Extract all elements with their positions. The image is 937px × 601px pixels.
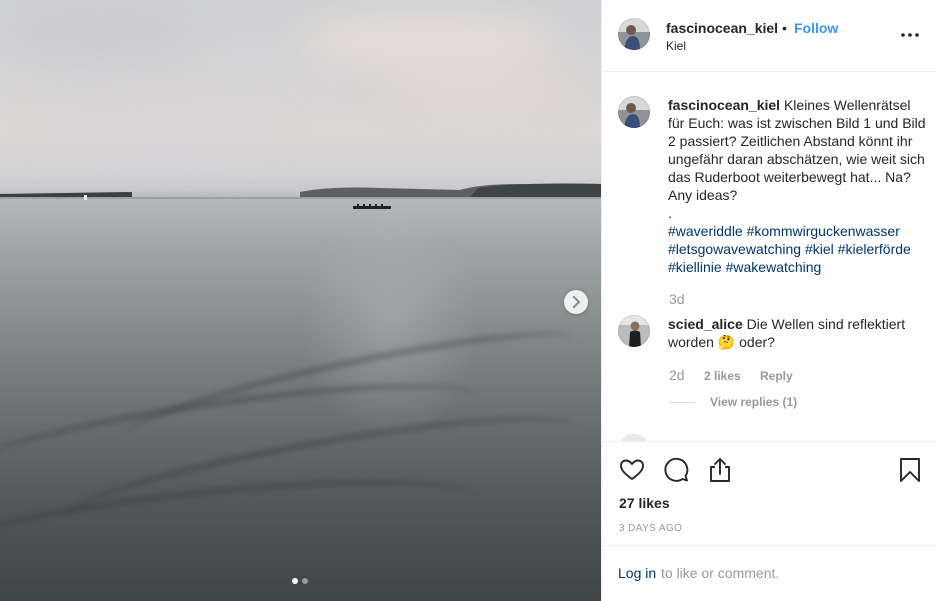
avatar[interactable] — [618, 315, 650, 347]
hashtag-link[interactable]: #kiellinie — [668, 259, 722, 275]
hashtag-link[interactable]: #kommwirguckenwasser — [747, 223, 900, 239]
photo-cloud — [40, 100, 280, 160]
login-link[interactable]: Log in — [618, 565, 656, 581]
comment-username[interactable]: scied_alice — [668, 316, 743, 332]
post-header: fascinocean_kiel • Follow Kiel — [602, 0, 937, 72]
comment-reply-button[interactable]: Reply — [760, 369, 793, 383]
post-photo[interactable] — [0, 0, 601, 601]
hashtag-link[interactable]: #kiel — [805, 241, 834, 257]
login-bar: Log in to like or comment. — [602, 545, 937, 601]
follow-button[interactable]: Follow — [794, 20, 838, 36]
login-prompt-text: to like or comment. — [661, 565, 780, 581]
heart-icon[interactable] — [618, 456, 646, 484]
caption-dot: . — [668, 205, 672, 221]
avatar[interactable] — [618, 96, 650, 128]
post-date[interactable]: 3 DAYS AGO — [619, 523, 682, 534]
more-options-icon[interactable] — [900, 28, 920, 42]
photo-cloud — [300, 10, 560, 70]
avatar[interactable] — [618, 434, 650, 441]
post-caption: fascinocean_kiel Kleines Wellenrätsel fü… — [668, 96, 926, 276]
next-photo-button[interactable] — [564, 290, 588, 314]
comments-section[interactable]: fascinocean_kiel Kleines Wellenrätsel fü… — [602, 72, 937, 441]
view-replies-line — [669, 402, 694, 403]
post-author-username[interactable]: fascinocean_kiel — [666, 20, 778, 36]
view-replies-button[interactable]: View replies (1) — [710, 395, 797, 409]
caption-age[interactable]: 3d — [669, 291, 685, 307]
likes-count[interactable]: 27 likes — [619, 495, 670, 511]
comment-text-after: oder? — [739, 334, 775, 350]
comment-likes[interactable]: 2 likes — [704, 369, 741, 383]
carousel-indicator — [292, 578, 308, 584]
comment: scied_alice Die Wellen sind reflektiert … — [668, 315, 926, 351]
avatar[interactable] — [618, 18, 650, 50]
separator-dot: • — [782, 20, 787, 36]
carousel-dot — [302, 578, 308, 584]
comment-icon[interactable] — [662, 456, 690, 484]
hashtag-link[interactable]: #letsgowavewatching — [668, 241, 801, 257]
hashtag-link[interactable]: #wakewatching — [726, 259, 822, 275]
bookmark-icon[interactable] — [896, 456, 924, 484]
photo-cloud — [380, 60, 580, 110]
hashtag-link[interactable]: #kielerförde — [838, 241, 911, 257]
post-location[interactable]: Kiel — [666, 39, 686, 53]
photo-cloud — [0, 0, 200, 70]
post-panel: fascinocean_kiel • Follow Kiel fascinoce… — [601, 0, 937, 601]
carousel-dot — [292, 578, 298, 584]
thinking-face-emoji: 🤔 — [717, 334, 736, 350]
caption-username[interactable]: fascinocean_kiel — [668, 97, 780, 113]
post-actions: 27 likes 3 DAYS AGO — [602, 441, 937, 545]
hashtag-link[interactable]: #waveriddle — [668, 223, 743, 239]
share-icon[interactable] — [706, 456, 734, 484]
chevron-right-icon — [572, 296, 581, 308]
comment-age[interactable]: 2d — [669, 367, 685, 383]
